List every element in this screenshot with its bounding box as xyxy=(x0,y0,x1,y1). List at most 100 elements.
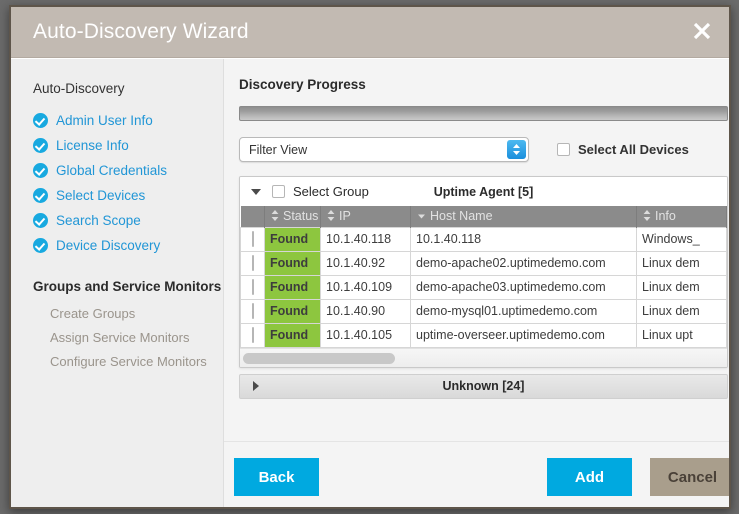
sidebar-item-label: Global Credentials xyxy=(56,162,168,178)
row-ip: 10.1.40.118 xyxy=(320,226,411,252)
row-status: Found xyxy=(264,250,321,276)
triangle-down-icon[interactable] xyxy=(251,188,261,195)
row-ip: 10.1.40.92 xyxy=(320,250,411,276)
column-header-label: Host Name xyxy=(430,209,493,224)
wizard-main-panel: Discovery Progress Filter View Select Al… xyxy=(224,59,729,507)
select-group-checkbox[interactable] xyxy=(272,185,285,198)
dialog-titlebar: Auto-Discovery Wizard xyxy=(11,7,729,58)
sidebar-group-service-monitors: Groups and Service Monitors Create Group… xyxy=(33,279,223,369)
row-checkbox-cell[interactable] xyxy=(240,298,265,324)
cancel-button[interactable]: Cancel xyxy=(650,458,729,496)
group-title-unknown: Unknown [24] xyxy=(442,379,525,393)
row-info: Linux dem xyxy=(636,250,727,276)
discovery-progress-label: Discovery Progress xyxy=(239,77,366,92)
select-group-label: Select Group xyxy=(293,184,369,199)
row-info: Linux dem xyxy=(636,298,727,324)
table-body: Found 10.1.40.118 10.1.40.118 Windows_ F… xyxy=(240,226,727,348)
row-status: Found xyxy=(264,274,321,300)
group-header-unknown[interactable]: Unknown [24] xyxy=(239,373,728,399)
check-circle-icon xyxy=(33,162,48,178)
row-checkbox-cell[interactable] xyxy=(240,322,265,348)
column-header-info[interactable]: Info xyxy=(636,206,727,227)
row-ip: 10.1.40.90 xyxy=(320,298,411,324)
sidebar-item-search-scope[interactable]: Search Scope xyxy=(33,208,223,232)
sidebar-item-admin-user-info[interactable]: Admin User Info xyxy=(33,108,223,132)
updown-chevron-icon[interactable] xyxy=(507,140,526,159)
sidebar-item-label: Admin User Info xyxy=(56,112,153,128)
row-checkbox-cell[interactable] xyxy=(240,274,265,300)
sidebar-item-label: Device Discovery xyxy=(56,237,161,253)
row-info: Linux upt xyxy=(636,322,727,348)
select-all-devices-checkbox[interactable]: Select All Devices xyxy=(557,142,689,157)
row-info: Windows_ xyxy=(636,226,727,252)
column-header-label: Info xyxy=(655,209,676,224)
row-checkbox-cell[interactable] xyxy=(240,250,265,276)
table-header-row: Status IP Host Name Info xyxy=(240,206,727,227)
sort-both-icon xyxy=(327,210,335,224)
scrollbar-thumb[interactable] xyxy=(243,352,395,364)
filter-view-value: Filter View xyxy=(249,142,308,157)
table-row[interactable]: Found 10.1.40.92 demo-apache02.uptimedem… xyxy=(240,250,727,276)
table-row[interactable]: Found 10.1.40.118 10.1.40.118 Windows_ xyxy=(240,226,727,252)
table-row[interactable]: Found 10.1.40.109 demo-apache03.uptimede… xyxy=(240,274,727,300)
sort-descending-icon xyxy=(417,210,426,224)
column-header-label: IP xyxy=(339,209,351,224)
triangle-right-icon[interactable] xyxy=(253,381,259,391)
row-checkbox[interactable] xyxy=(251,255,254,271)
row-checkbox-cell[interactable] xyxy=(240,226,265,252)
sidebar-group-title: Groups and Service Monitors xyxy=(33,279,222,294)
column-header-status[interactable]: Status xyxy=(264,206,321,227)
column-header-checkbox xyxy=(240,206,265,227)
device-table: Status IP Host Name Info Found 10.1.40.1… xyxy=(240,206,727,348)
group-header-uptime-agent[interactable]: Select Group Uptime Agent [5] xyxy=(240,177,727,206)
row-status: Found xyxy=(264,226,321,252)
select-all-devices-label: Select All Devices xyxy=(578,142,689,157)
filter-view-select[interactable]: Filter View xyxy=(239,137,529,162)
sidebar-item-license-info[interactable]: License Info xyxy=(33,133,223,157)
dialog-footer: Back Add Cancel xyxy=(224,441,729,507)
column-header-ip[interactable]: IP xyxy=(320,206,411,227)
table-header: Status IP Host Name Info xyxy=(240,206,727,227)
row-ip: 10.1.40.109 xyxy=(320,274,411,300)
controls-row: Filter View Select All Devices xyxy=(239,137,728,162)
sidebar-item-assign-service-monitors[interactable]: Assign Service Monitors xyxy=(50,330,223,345)
row-host-name: 10.1.40.118 xyxy=(410,226,637,252)
auto-discovery-wizard-dialog: Auto-Discovery Wizard Auto-Discovery Adm… xyxy=(9,5,731,509)
sidebar-item-create-groups[interactable]: Create Groups xyxy=(50,306,223,321)
row-ip: 10.1.40.105 xyxy=(320,322,411,348)
row-checkbox[interactable] xyxy=(251,327,254,343)
row-host-name: demo-apache03.uptimedemo.com xyxy=(410,274,637,300)
table-horizontal-scrollbar[interactable] xyxy=(240,347,727,367)
column-header-host-name[interactable]: Host Name xyxy=(410,206,637,227)
check-circle-icon xyxy=(33,112,48,128)
close-icon[interactable] xyxy=(689,18,715,44)
row-checkbox[interactable] xyxy=(251,231,254,247)
dialog-body: Auto-Discovery Admin User Info License I… xyxy=(11,59,729,507)
row-host-name: demo-apache02.uptimedemo.com xyxy=(410,250,637,276)
sidebar-item-select-devices[interactable]: Select Devices xyxy=(33,183,223,207)
add-button[interactable]: Add xyxy=(547,458,632,496)
row-checkbox[interactable] xyxy=(251,279,254,295)
sidebar-item-label: Search Scope xyxy=(56,212,141,228)
back-button[interactable]: Back xyxy=(234,458,319,496)
check-circle-icon xyxy=(33,237,48,253)
check-circle-icon xyxy=(33,187,48,203)
sort-both-icon xyxy=(271,210,279,224)
row-host-name: uptime-overseer.uptimedemo.com xyxy=(410,322,637,348)
checkbox-box xyxy=(557,143,570,156)
row-info: Linux dem xyxy=(636,274,727,300)
discovery-progress-bar xyxy=(239,106,728,121)
sidebar-item-label: Select Devices xyxy=(56,187,146,203)
sort-both-icon xyxy=(643,210,651,224)
sidebar-item-configure-service-monitors[interactable]: Configure Service Monitors xyxy=(50,354,223,369)
table-row[interactable]: Found 10.1.40.90 demo-mysql01.uptimedemo… xyxy=(240,298,727,324)
table-row[interactable]: Found 10.1.40.105 uptime-overseer.uptime… xyxy=(240,322,727,348)
row-host-name: demo-mysql01.uptimedemo.com xyxy=(410,298,637,324)
sidebar-item-global-credentials[interactable]: Global Credentials xyxy=(33,158,223,182)
sidebar-item-device-discovery[interactable]: Device Discovery xyxy=(33,233,223,257)
check-circle-icon xyxy=(33,137,48,153)
device-results-panel: Select Group Uptime Agent [5] Status IP … xyxy=(239,176,728,368)
check-circle-icon xyxy=(33,212,48,228)
column-header-label: Status xyxy=(283,209,319,224)
row-checkbox[interactable] xyxy=(251,303,254,319)
